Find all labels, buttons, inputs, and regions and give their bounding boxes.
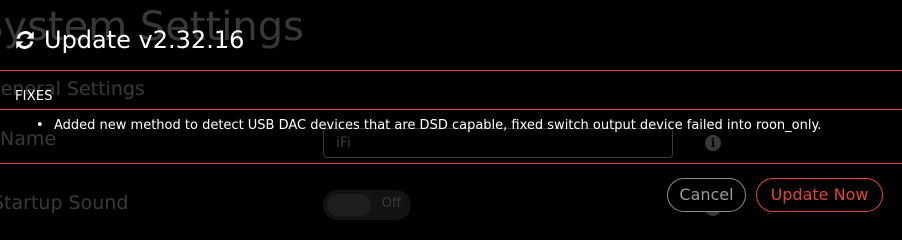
background-sound-toggle: Off [323, 190, 411, 220]
header-divider [0, 70, 902, 71]
update-now-button[interactable]: Update Now [756, 178, 883, 212]
info-icon: i [705, 135, 721, 151]
footer-divider [0, 163, 902, 164]
fixes-list: • Added new method to detect USB DAC dev… [0, 118, 821, 133]
toggle-knob [327, 194, 371, 216]
refresh-icon [14, 29, 36, 51]
background-sound-label: Startup Sound [0, 192, 129, 214]
cancel-button[interactable]: Cancel [667, 178, 746, 212]
bullet-icon: • [36, 118, 44, 133]
list-item: • Added new method to detect USB DAC dev… [0, 118, 821, 133]
modal-title: Update v2.32.16 [44, 26, 245, 54]
fix-text: Added new method to detect USB DAC devic… [54, 118, 822, 133]
toggle-state-text: Off [381, 196, 401, 211]
section-divider [0, 109, 902, 110]
modal-header: Update v2.32.16 [14, 22, 244, 58]
fixes-heading: FIXES [15, 89, 53, 104]
